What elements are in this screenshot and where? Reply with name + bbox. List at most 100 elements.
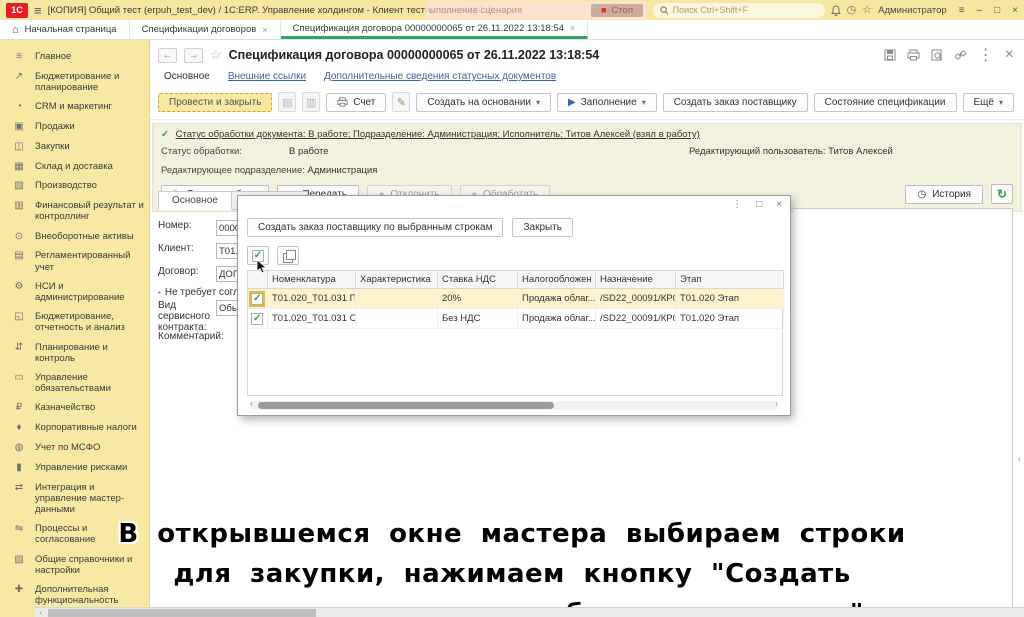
sidebar-item-budgeting-planning[interactable]: ↗ Бюджетирование и планирование xyxy=(0,67,149,97)
more-vertical-icon[interactable]: ⋮ xyxy=(978,45,994,65)
favorite-star-icon[interactable]: ☆ xyxy=(210,47,222,63)
scrollbar-thumb[interactable] xyxy=(258,402,554,409)
grid-icon: ▦ xyxy=(14,160,24,172)
sidebar-item-processes-approval[interactable]: ⇋ Процессы и согласование xyxy=(0,519,149,549)
main-menu-icon[interactable]: ≡ xyxy=(34,3,42,18)
tab-contract-specs-list[interactable]: Спецификации договоров × xyxy=(130,20,281,39)
nav-link-additional[interactable]: Дополнительные сведения статусных докуме… xyxy=(324,71,556,82)
sections-sidebar: ≡ Главное ↗ Бюджетирование и планирование … xyxy=(0,40,150,617)
sidebar-item-additional-functionality[interactable]: ✚ Дополнительная функциональность xyxy=(0,580,149,610)
close-window-button[interactable]: × xyxy=(1012,5,1018,16)
service-menu-icon[interactable]: ≡ xyxy=(959,5,965,16)
edit-icon-button[interactable]: ✎ xyxy=(392,92,411,112)
sidebar-item-planning-control[interactable]: ⇵ Планирование и контроль xyxy=(0,338,149,368)
sidebar-item-main[interactable]: ≡ Главное xyxy=(0,47,149,67)
dialog-horizontal-scrollbar[interactable]: ‹ › xyxy=(250,399,778,410)
global-search[interactable] xyxy=(652,2,825,18)
sidebar-item-regulated-accounting[interactable]: ▤ Регламентированный учет xyxy=(0,246,149,276)
create-supplier-order-button[interactable]: Создать заказ поставщику xyxy=(662,92,808,112)
sidebar-item-budgeting-reports[interactable]: ◱ Бюджетирование, отчетность и анализ xyxy=(0,307,149,337)
tab-contract-spec-document[interactable]: Спецификация договора 00000000065 от 26.… xyxy=(280,20,589,39)
row-checkbox[interactable]: ✓ xyxy=(251,312,264,325)
scroll-right-icon[interactable]: › xyxy=(775,399,778,408)
col-vat-rate[interactable]: Ставка НДС xyxy=(437,270,518,289)
close-document-icon[interactable]: × xyxy=(1005,46,1014,64)
form-right-panel xyxy=(793,208,1013,609)
link-icon[interactable] xyxy=(954,49,967,61)
form-tab-main[interactable]: Основное xyxy=(158,191,232,210)
post-document-icon-button[interactable]: ▥ xyxy=(302,92,321,112)
report-icon: ◱ xyxy=(14,311,24,323)
sidebar-item-financial-result[interactable]: ▥ Финансовый результат и контроллинг xyxy=(0,196,149,226)
create-based-on-button[interactable]: Создать на основании ▾ xyxy=(416,92,552,112)
col-taxation[interactable]: Налогообложен ... xyxy=(517,270,596,289)
close-tab-icon[interactable]: × xyxy=(570,23,575,33)
clear-selection-button[interactable] xyxy=(277,246,299,265)
current-user[interactable]: Администратор xyxy=(878,5,947,16)
minimize-button[interactable]: – xyxy=(977,5,983,16)
close-tab-icon[interactable]: × xyxy=(262,25,267,35)
nav-link-main[interactable]: Основное xyxy=(164,71,210,82)
money-icon: ₽ xyxy=(15,402,23,414)
sidebar-item-risk-management[interactable]: ▮ Управление рисками xyxy=(0,458,149,478)
tab-home[interactable]: ⌂ Начальная страница xyxy=(0,20,130,39)
back-button[interactable]: ← xyxy=(158,47,177,63)
sidebar-item-non-current-assets[interactable]: ⊙ Внеоборотные активы xyxy=(0,227,149,247)
post-and-close-button[interactable]: Провести и закрыть xyxy=(158,92,273,112)
invoice-print-button[interactable]: Счет xyxy=(326,92,387,112)
col-stage[interactable]: Этап xyxy=(675,270,784,289)
search-input[interactable] xyxy=(672,5,813,15)
spec-state-button[interactable]: Состояние спецификации xyxy=(813,92,957,112)
1c-logo: 1С xyxy=(6,2,28,18)
sidebar-item-sales[interactable]: ▣ Продажи xyxy=(0,117,149,137)
sidebar-item-crm-marketing[interactable]: ◔ CRM и маркетинг xyxy=(0,97,149,117)
dialog-close-icon[interactable]: × xyxy=(776,199,782,210)
create-order-by-rows-button[interactable]: Создать заказ поставщику по выбранным ст… xyxy=(247,218,504,237)
sidebar-item-warehouse-delivery[interactable]: ▦ Склад и доставка xyxy=(0,157,149,177)
print-icon[interactable] xyxy=(907,49,920,61)
plus-icon: ✚ xyxy=(14,584,24,596)
maximize-button[interactable]: □ xyxy=(994,5,1000,16)
col-purpose[interactable]: Назначение xyxy=(595,270,676,289)
status-summary-link[interactable]: Статус обработки документа: В работе; По… xyxy=(176,129,700,140)
nav-link-external[interactable]: Внешние ссылки xyxy=(228,71,306,82)
scroll-left-icon[interactable]: ‹ xyxy=(250,399,253,408)
scroll-left-icon[interactable]: ‹ xyxy=(35,608,47,617)
table-row[interactable]: ✓ Т01.020_Т01.031 П... 20% Продажа облаг… xyxy=(247,288,784,309)
notifications-bell-icon[interactable] xyxy=(830,5,841,16)
editing-user: Редактирующий пользователь: Титов Алексе… xyxy=(689,146,893,157)
window-horizontal-scrollbar[interactable]: ‹ xyxy=(35,607,1024,617)
search-icon xyxy=(660,5,669,14)
col-nomenclature[interactable]: Номенклатура xyxy=(267,270,356,289)
sidebar-item-purchases[interactable]: ◫ Закупки xyxy=(0,137,149,157)
contract-label: Договор: xyxy=(158,266,199,277)
sidebar-item-common-directories[interactable]: ▧ Общие справочники и настройки xyxy=(0,550,149,580)
dialog-maximize-icon[interactable]: □ xyxy=(756,199,762,210)
scrollbar-thumb[interactable] xyxy=(48,609,316,617)
sidebar-item-treasury[interactable]: ₽ Казначейство xyxy=(0,398,149,418)
sidebar-item-nsi-administration[interactable]: ⚙ НСИ и администрирование xyxy=(0,277,149,307)
history-clock-icon[interactable]: ◷ xyxy=(847,4,857,16)
stop-button[interactable]: ■ Стоп xyxy=(591,3,643,17)
wheel-icon: ⊙ xyxy=(14,230,24,242)
sidebar-item-corporate-taxes[interactable]: ♦ Корпоративные налоги xyxy=(0,418,149,438)
sidebar-item-obligations[interactable]: ▭ Управление обязательствами xyxy=(0,368,149,398)
forward-button[interactable]: → xyxy=(184,47,203,63)
sidebar-item-integration-mdm[interactable]: ⇄ Интеграция и управление мастер-данными xyxy=(0,478,149,520)
collapse-panel-icon[interactable]: ‹ xyxy=(1018,454,1021,465)
favorites-star-icon[interactable]: ☆ xyxy=(862,4,872,16)
dialog-close-button[interactable]: Закрыть xyxy=(512,218,573,237)
save-document-icon-button[interactable]: ▤ xyxy=(278,92,297,112)
sidebar-item-production[interactable]: ▨ Производство xyxy=(0,176,149,196)
service-contract-label: Вид сервисного контракта: xyxy=(158,300,211,333)
sidebar-item-ifrs[interactable]: ◍ Учет по МСФО xyxy=(0,438,149,458)
select-all-rows-button[interactable]: ✓ xyxy=(247,246,269,274)
dialog-more-icon[interactable]: ⋮ xyxy=(732,199,742,210)
save-icon[interactable] xyxy=(884,49,896,61)
preview-icon[interactable] xyxy=(931,49,943,61)
col-characteristic[interactable]: Характеристика xyxy=(355,270,438,289)
table-row[interactable]: ✓ Т01.020_Т01.031 С... Без НДС Продажа о… xyxy=(247,308,784,329)
more-button[interactable]: Ещё ▾ xyxy=(962,92,1014,112)
fill-button[interactable]: ▶ Заполнение ▾ xyxy=(557,92,657,112)
row-checkbox[interactable]: ✓ xyxy=(249,290,266,307)
